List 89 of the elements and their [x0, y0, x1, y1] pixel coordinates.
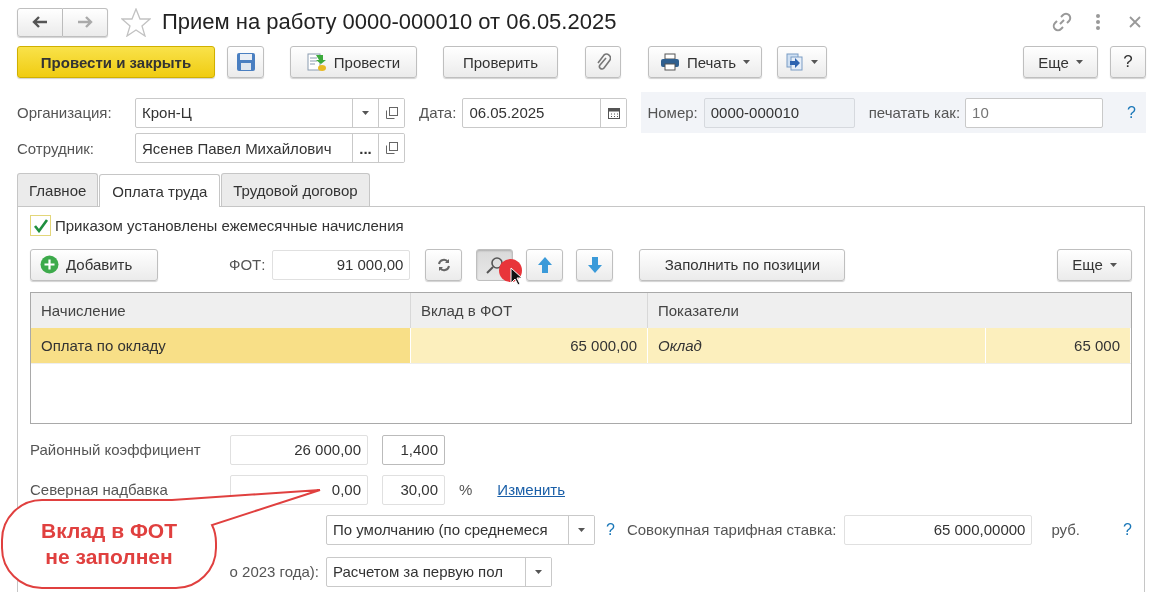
caret-icon — [1075, 60, 1083, 64]
back-button[interactable] — [17, 7, 63, 37]
fill-by-position-button[interactable]: Заполнить по позиции — [639, 248, 846, 281]
help-link[interactable]: ? — [606, 520, 615, 539]
unit-label: руб. — [1051, 521, 1081, 538]
magnifier-icon — [485, 255, 504, 274]
total-rate-field[interactable]: 65 000,00000 — [844, 514, 1033, 545]
attach-button[interactable] — [585, 46, 621, 78]
save-button[interactable] — [227, 46, 264, 78]
check-button[interactable]: Проверить — [443, 46, 558, 78]
open-button[interactable] — [378, 98, 404, 127]
more-button[interactable]: Еще — [1057, 248, 1132, 281]
post-and-close-button[interactable]: Провести и закрыть — [17, 46, 215, 78]
field-label: Сотрудник: — [17, 139, 96, 157]
checkbox-label: Приказом установлены ежемесячные начисления — [55, 216, 404, 234]
caret-icon — [362, 110, 369, 115]
field-label: о 2023 года): — [229, 563, 319, 580]
refresh-icon — [436, 257, 451, 272]
mouse-cursor-icon — [510, 267, 522, 286]
move-up-button[interactable] — [526, 248, 564, 281]
up-arrow-icon — [536, 255, 553, 274]
add-button[interactable]: Добавить — [30, 248, 158, 281]
tab[interactable]: Оплата труда — [99, 174, 221, 207]
employee-field[interactable]: Ясенев Павел Михайлович ... — [135, 133, 405, 163]
post-button[interactable]: Провести — [290, 46, 417, 78]
close-icon[interactable] — [1129, 16, 1141, 28]
link-icon[interactable] — [1051, 11, 1073, 33]
coefficient-field[interactable]: 1,400 — [382, 434, 445, 465]
caret-icon — [1109, 262, 1117, 267]
tab[interactable]: Главное — [17, 173, 99, 206]
print-button[interactable]: Печать — [648, 46, 762, 78]
calendar-icon — [607, 106, 620, 119]
move-down-button[interactable] — [576, 248, 614, 281]
percent-field[interactable]: 30,00 — [382, 474, 445, 505]
more-button[interactable]: Еще — [1023, 46, 1098, 78]
field-label: Совокупная тарифная ставка: — [626, 521, 837, 538]
table-cell: Оклад — [648, 328, 986, 363]
help-button[interactable]: ? — [1110, 46, 1146, 78]
callout-text: Вклад в ФОТ не заполнен — [40, 518, 178, 570]
date-field[interactable]: 06.05.2025 — [462, 97, 628, 128]
rate-method-combo-box[interactable]: По умолчанию (по среднемеся — [326, 514, 595, 545]
field-label: Районный коэффициент — [30, 441, 202, 458]
caret-icon — [811, 60, 818, 64]
help-link[interactable]: ? — [1123, 520, 1132, 539]
print-as-field[interactable]: 10 — [965, 97, 1104, 128]
change-link[interactable]: Изменить — [497, 481, 565, 498]
document-with-arrow-icon — [306, 52, 327, 72]
windows-icon — [385, 142, 398, 154]
field-label: печатать как: — [868, 104, 961, 121]
field-label: Северная надбавка — [30, 481, 169, 498]
field-label: Дата: — [419, 104, 457, 121]
star-icon[interactable] — [121, 7, 151, 37]
plus-circle-icon — [40, 255, 59, 274]
refresh-button[interactable] — [425, 248, 463, 281]
field-label: Организация: — [17, 104, 113, 121]
table-cell: 65 000 — [986, 328, 1131, 363]
windows-icon — [385, 106, 398, 119]
tab[interactable]: Трудовой договор — [221, 173, 370, 206]
export-button[interactable] — [777, 46, 827, 78]
caret-icon — [743, 60, 751, 64]
printer-icon — [659, 53, 680, 71]
checkbox[interactable] — [30, 214, 51, 236]
checkmark-icon — [32, 217, 49, 233]
payroll-fund-field[interactable]: 91 000,00 — [272, 249, 411, 280]
dropdown-button[interactable] — [525, 557, 551, 586]
more-options-icon[interactable] — [1095, 13, 1101, 31]
help-link[interactable]: ? — [1127, 103, 1136, 122]
dropdown-button[interactable] — [568, 515, 594, 544]
field-label: Номер: — [647, 104, 698, 121]
down-arrow-icon — [586, 255, 603, 274]
open-button[interactable] — [378, 134, 404, 162]
caret-icon — [535, 569, 542, 574]
column-header: Показатели — [657, 301, 740, 321]
window-title: Прием на работу 0000-000010 от 06.05.2025 — [162, 9, 617, 35]
back-arrow-icon — [32, 16, 48, 28]
number-field[interactable]: 0000-000010 — [703, 97, 855, 128]
table-cell: Оплата по окладу — [31, 328, 411, 363]
documents-with-arrow-icon — [786, 53, 804, 71]
organization-combo-box[interactable]: Крон-Ц — [135, 97, 405, 128]
calendar-button[interactable] — [600, 98, 627, 127]
table-row[interactable]: Оплата по окладу 65 000,00 Оклад 65 000 — [31, 328, 1131, 364]
average-earnings-combo-box[interactable]: Расчетом за первую пол — [326, 556, 552, 587]
unit-label: % — [459, 481, 473, 498]
forward-arrow-icon — [77, 16, 93, 28]
paperclip-icon — [595, 53, 611, 71]
amount-field[interactable]: 26 000,00 — [230, 434, 368, 465]
table-cell: 65 000,00 — [411, 328, 648, 363]
field-label: ФОТ: — [229, 256, 266, 273]
caret-icon — [578, 527, 585, 532]
